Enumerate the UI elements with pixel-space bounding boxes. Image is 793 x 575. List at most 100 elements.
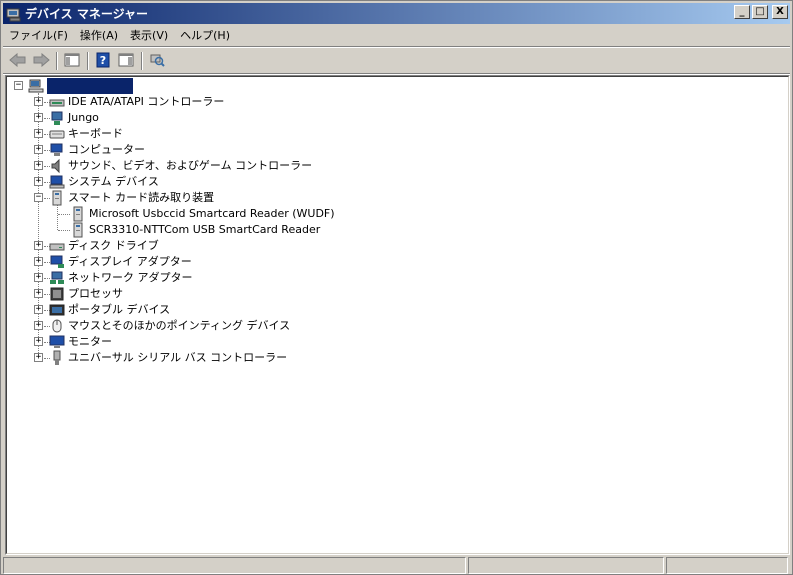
tree-category[interactable]: + マウスとそのほかのポインティング デバイス xyxy=(34,318,290,334)
computer-name[interactable] xyxy=(47,78,133,94)
menu-file[interactable]: ファイル(F) xyxy=(3,27,74,45)
show-action-pane-button[interactable] xyxy=(115,51,137,71)
device-tree[interactable]: − + IDE ATA/ATAPI コントローラー + Jungo + キーボード + コンピ… xyxy=(5,75,790,555)
toolbar-separator xyxy=(56,52,58,70)
expand-toggle[interactable]: + xyxy=(34,241,43,250)
smartcard-reader-icon xyxy=(49,190,65,206)
help-icon: ? xyxy=(96,52,110,71)
tree-category-label[interactable]: ディスプレイ アダプター xyxy=(68,254,192,270)
tree-root[interactable]: − xyxy=(14,78,133,94)
expand-toggle[interactable]: + xyxy=(34,353,43,362)
tree-category[interactable]: + ポータブル デバイス xyxy=(34,302,170,318)
tree-category-label[interactable]: ポータブル デバイス xyxy=(68,302,170,318)
tree-device[interactable]: SCR3310-NTTCom USB SmartCard Reader xyxy=(70,222,320,238)
tree-category[interactable]: + サウンド、ビデオ、およびゲーム コントローラー xyxy=(34,158,312,174)
menu-bar: ファイル(F) 操作(A) 表示(V) ヘルプ(H) xyxy=(3,26,790,46)
expand-toggle[interactable]: + xyxy=(34,145,43,154)
menu-view[interactable]: 表示(V) xyxy=(124,27,174,45)
keyboard-icon xyxy=(49,126,65,142)
tree-category-label[interactable]: ユニバーサル シリアル バス コントローラー xyxy=(68,350,287,366)
expand-toggle[interactable]: + xyxy=(34,97,43,106)
tree-category[interactable]: + ユニバーサル シリアル バス コントローラー xyxy=(34,350,287,366)
status-bar xyxy=(3,557,790,574)
tree-category-label[interactable]: ディスク ドライブ xyxy=(68,238,159,254)
tree-category-label[interactable]: システム デバイス xyxy=(68,174,159,190)
tree-category-label[interactable]: IDE ATA/ATAPI コントローラー xyxy=(68,94,224,110)
tree-category-label[interactable]: コンピューター xyxy=(68,142,145,158)
device-manager-icon xyxy=(6,6,22,22)
maximize-button[interactable]: □ xyxy=(752,5,768,19)
expand-toggle[interactable]: + xyxy=(34,257,43,266)
tree-category-label[interactable]: モニター xyxy=(68,334,112,350)
tree-category-label[interactable]: ネットワーク アダプター xyxy=(68,270,193,286)
tree-category-label[interactable]: プロセッサ xyxy=(68,286,123,302)
menu-help[interactable]: ヘルプ(H) xyxy=(174,27,236,45)
show-console-tree-button[interactable] xyxy=(61,51,83,71)
tree-category-label[interactable]: マウスとそのほかのポインティング デバイス xyxy=(68,318,290,334)
help-button[interactable]: ? xyxy=(92,51,114,71)
status-pane xyxy=(666,557,788,574)
tree-category[interactable]: + システム デバイス xyxy=(34,174,159,190)
mouse-icon xyxy=(49,318,65,334)
expand-toggle[interactable]: + xyxy=(34,321,43,330)
tree-category[interactable]: + プロセッサ xyxy=(34,286,123,302)
tree-category[interactable]: + IDE ATA/ATAPI コントローラー xyxy=(34,94,224,110)
scan-hardware-icon xyxy=(149,52,165,71)
tree-category[interactable]: + キーボード xyxy=(34,126,123,142)
tree-connector xyxy=(57,205,58,230)
smartcard-reader-icon xyxy=(70,206,86,222)
tree-device-label[interactable]: Microsoft Usbccid Smartcard Reader (WUDF… xyxy=(89,206,335,222)
close-button[interactable]: X xyxy=(772,5,788,19)
svg-text:?: ? xyxy=(100,54,106,67)
system-device-icon xyxy=(49,174,65,190)
forward-button[interactable] xyxy=(30,51,52,71)
expand-toggle[interactable]: + xyxy=(34,289,43,298)
ide-controller-icon xyxy=(49,94,65,110)
speaker-icon xyxy=(49,158,65,174)
collapse-toggle[interactable]: − xyxy=(34,193,43,202)
tree-category[interactable]: + モニター xyxy=(34,334,112,350)
monitor-icon xyxy=(49,334,65,350)
tree-category[interactable]: + ディスプレイ アダプター xyxy=(34,254,192,270)
tree-category[interactable]: + ネットワーク アダプター xyxy=(34,270,193,286)
display-adapter-icon xyxy=(49,254,65,270)
status-pane xyxy=(3,557,466,574)
expand-toggle[interactable]: + xyxy=(34,161,43,170)
menu-separator xyxy=(3,46,790,48)
toolbar-separator xyxy=(87,52,89,70)
tree-category-label[interactable]: スマート カード読み取り装置 xyxy=(68,190,214,206)
device-manager-window: デバイス マネージャー _ □ X ファイル(F) 操作(A) 表示(V) ヘル… xyxy=(0,0,793,575)
expand-toggle[interactable]: + xyxy=(34,273,43,282)
expand-toggle[interactable]: + xyxy=(34,177,43,186)
tree-category[interactable]: + コンピューター xyxy=(34,142,145,158)
menu-action[interactable]: 操作(A) xyxy=(74,27,124,45)
tree-category-label[interactable]: キーボード xyxy=(68,126,123,142)
collapse-toggle[interactable]: − xyxy=(14,81,23,90)
expand-toggle[interactable]: + xyxy=(34,337,43,346)
expand-toggle[interactable]: + xyxy=(34,113,43,122)
network-adapter-icon xyxy=(49,270,65,286)
tree-category-label[interactable]: サウンド、ビデオ、およびゲーム コントローラー xyxy=(68,158,312,174)
portable-device-icon xyxy=(49,302,65,318)
expand-toggle[interactable]: + xyxy=(34,305,43,314)
expand-toggle[interactable]: + xyxy=(34,129,43,138)
processor-icon xyxy=(49,286,65,302)
tree-device-label[interactable]: SCR3310-NTTCom USB SmartCard Reader xyxy=(89,222,320,238)
title-bar[interactable]: デバイス マネージャー _ □ X xyxy=(3,3,790,24)
toolbar-separator xyxy=(141,52,143,70)
minimize-button[interactable]: _ xyxy=(734,5,750,19)
tree-category[interactable]: + Jungo xyxy=(34,110,99,126)
properties-pane-icon xyxy=(118,53,134,70)
tree-device[interactable]: Microsoft Usbccid Smartcard Reader (WUDF… xyxy=(70,206,335,222)
tree-category[interactable]: − スマート カード読み取り装置 xyxy=(34,190,214,206)
usb-icon xyxy=(49,350,65,366)
disk-drive-icon xyxy=(49,238,65,254)
computer-icon xyxy=(49,142,65,158)
tree-category[interactable]: + ディスク ドライブ xyxy=(34,238,159,254)
scan-hardware-button[interactable] xyxy=(146,51,168,71)
smartcard-reader-icon xyxy=(70,222,86,238)
back-button[interactable] xyxy=(7,51,29,71)
tree-category-label[interactable]: Jungo xyxy=(68,110,99,126)
status-pane xyxy=(468,557,664,574)
tree-connector xyxy=(58,230,70,231)
